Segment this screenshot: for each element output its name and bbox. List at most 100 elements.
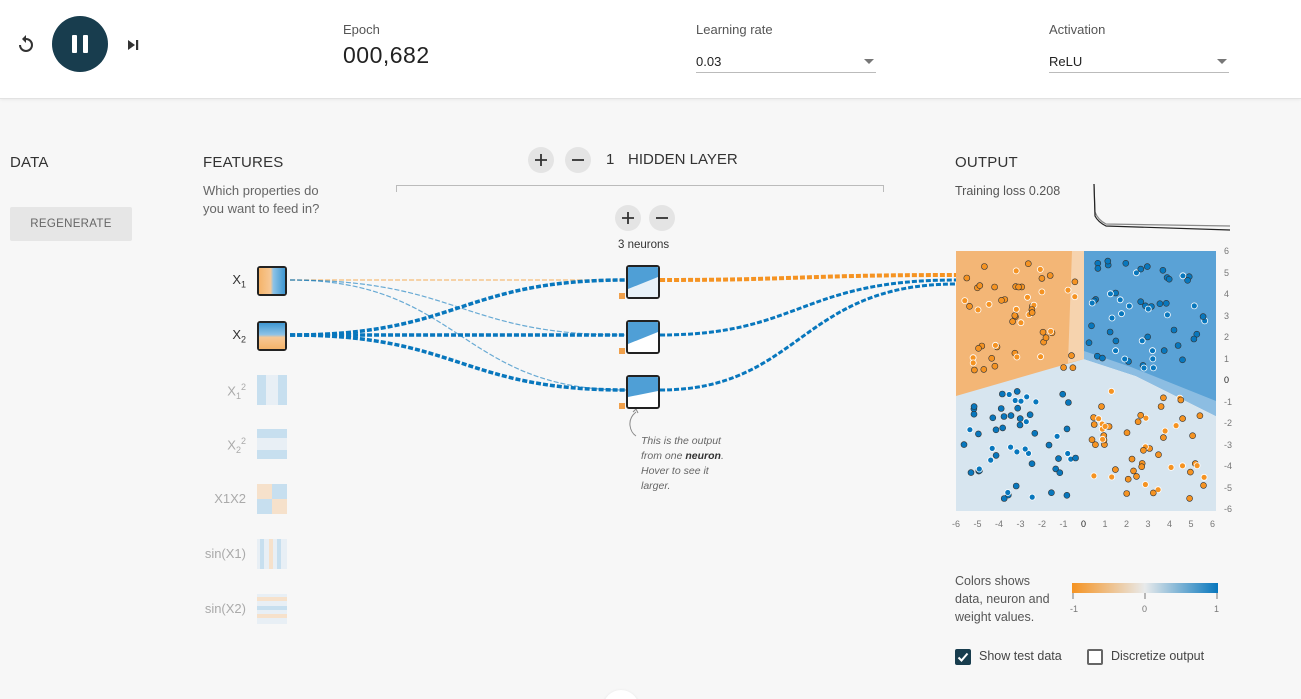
data-point: [1112, 337, 1120, 345]
neuron-1[interactable]: [626, 265, 660, 299]
data-point: [975, 465, 983, 473]
bias-neuron-2[interactable]: [619, 348, 625, 354]
data-point: [1200, 482, 1207, 489]
data-point: [963, 274, 971, 282]
data-point: [1163, 299, 1170, 307]
y-tick: -2: [1224, 418, 1233, 428]
data-point: [1069, 364, 1077, 371]
feature-x1-squared[interactable]: [257, 375, 287, 405]
checkbox-unchecked[interactable]: [1087, 649, 1103, 665]
data-point: [969, 359, 977, 367]
data-point: [976, 282, 984, 289]
data-point: [997, 405, 1005, 412]
add-layer-button[interactable]: [528, 147, 554, 173]
x-tick: 5: [1188, 519, 1194, 529]
neuron-3[interactable]: [626, 375, 660, 409]
output-title: OUTPUT: [955, 154, 1018, 171]
data-point: [1172, 422, 1180, 430]
feature-x2-squared[interactable]: [257, 429, 287, 459]
data-point: [1028, 493, 1036, 501]
discretize-output-toggle[interactable]: Discretize output: [1087, 648, 1227, 666]
feature-x2[interactable]: [257, 321, 287, 351]
data-point: [966, 426, 974, 434]
layer-count: 1: [606, 151, 615, 168]
y-tick: -3: [1224, 439, 1233, 450]
data-point: [960, 441, 968, 448]
neuron-2[interactable]: [626, 320, 660, 354]
data-point: [1160, 394, 1167, 402]
data-point: [1012, 482, 1020, 490]
bias-neuron-1[interactable]: [619, 293, 625, 299]
data-point: [1199, 313, 1207, 320]
data-point: [1026, 411, 1034, 418]
show-test-data-toggle[interactable]: Show test data: [955, 648, 1075, 666]
add-neuron-button[interactable]: [615, 205, 641, 231]
data-point: [1133, 473, 1140, 480]
data-point: [1155, 451, 1162, 458]
data-point: [1160, 434, 1167, 441]
bias-neuron-3[interactable]: [619, 403, 625, 409]
data-point: [1104, 257, 1112, 265]
remove-neuron-button[interactable]: [649, 205, 675, 231]
feature-x1x2[interactable]: [257, 484, 287, 514]
data-point: [1065, 399, 1072, 406]
checkbox-checked[interactable]: [955, 649, 971, 665]
data-point: [1056, 469, 1064, 476]
data-point: [1179, 415, 1186, 422]
data-point: [1112, 466, 1119, 473]
data-point: [1071, 293, 1079, 301]
y-tick: -1: [1224, 396, 1233, 407]
data-point: [970, 410, 978, 418]
x-tick: -5: [973, 519, 982, 529]
remove-layer-button[interactable]: [565, 147, 591, 173]
feature-sin-x2[interactable]: [257, 594, 287, 624]
data-point: [1059, 390, 1066, 398]
data-point: [1038, 288, 1046, 296]
link-x2-n1[interactable]: [289, 278, 627, 337]
data-point: [1116, 296, 1124, 304]
data-point: [1098, 403, 1105, 410]
data-point: [1048, 489, 1055, 496]
data-point: [970, 403, 978, 410]
minus-icon: [656, 217, 668, 219]
link-n1-out[interactable]: [659, 273, 957, 282]
link-x2-n3[interactable]: [289, 333, 627, 392]
data-point: [1101, 422, 1109, 430]
x-tick: -6: [952, 519, 961, 529]
x-tick: 3: [1145, 519, 1151, 529]
data-point: [1144, 305, 1152, 313]
data-point: [975, 430, 982, 438]
x-tick: -2: [1038, 519, 1047, 529]
data-point: [1095, 415, 1103, 423]
data-point: [1016, 415, 1024, 422]
legend-tick-max: 1: [1214, 604, 1220, 614]
data-point: [1017, 397, 1025, 405]
data-point: [1137, 265, 1145, 273]
link-n3-out[interactable]: [659, 282, 957, 392]
feature-label-x2: X2: [232, 327, 246, 345]
data-point: [1140, 364, 1148, 372]
feature-label-x2-squared: X22: [227, 436, 246, 455]
feature-sin-x1[interactable]: [257, 539, 287, 569]
data-point: [1108, 473, 1116, 481]
data-point: [1184, 276, 1191, 284]
data-point: [1013, 448, 1021, 456]
feature-x1[interactable]: [257, 266, 287, 296]
data-point: [966, 302, 973, 310]
data-point: [1028, 309, 1036, 316]
data-point: [1099, 435, 1107, 443]
y-tick: -4: [1224, 461, 1233, 471]
data-point: [1156, 300, 1164, 308]
neuron-count: 3 neurons: [618, 239, 670, 251]
data-point: [1106, 328, 1114, 336]
data-point: [1149, 355, 1157, 363]
data-point: [1190, 335, 1198, 343]
data-point: [1186, 495, 1193, 502]
data-point: [1157, 403, 1165, 410]
data-point: [1060, 364, 1067, 371]
output-heatmap[interactable]: [956, 251, 1216, 511]
data-point: [1174, 342, 1182, 349]
data-point: [1011, 397, 1019, 404]
plus-icon: [622, 212, 634, 224]
data-point: [1011, 312, 1019, 319]
